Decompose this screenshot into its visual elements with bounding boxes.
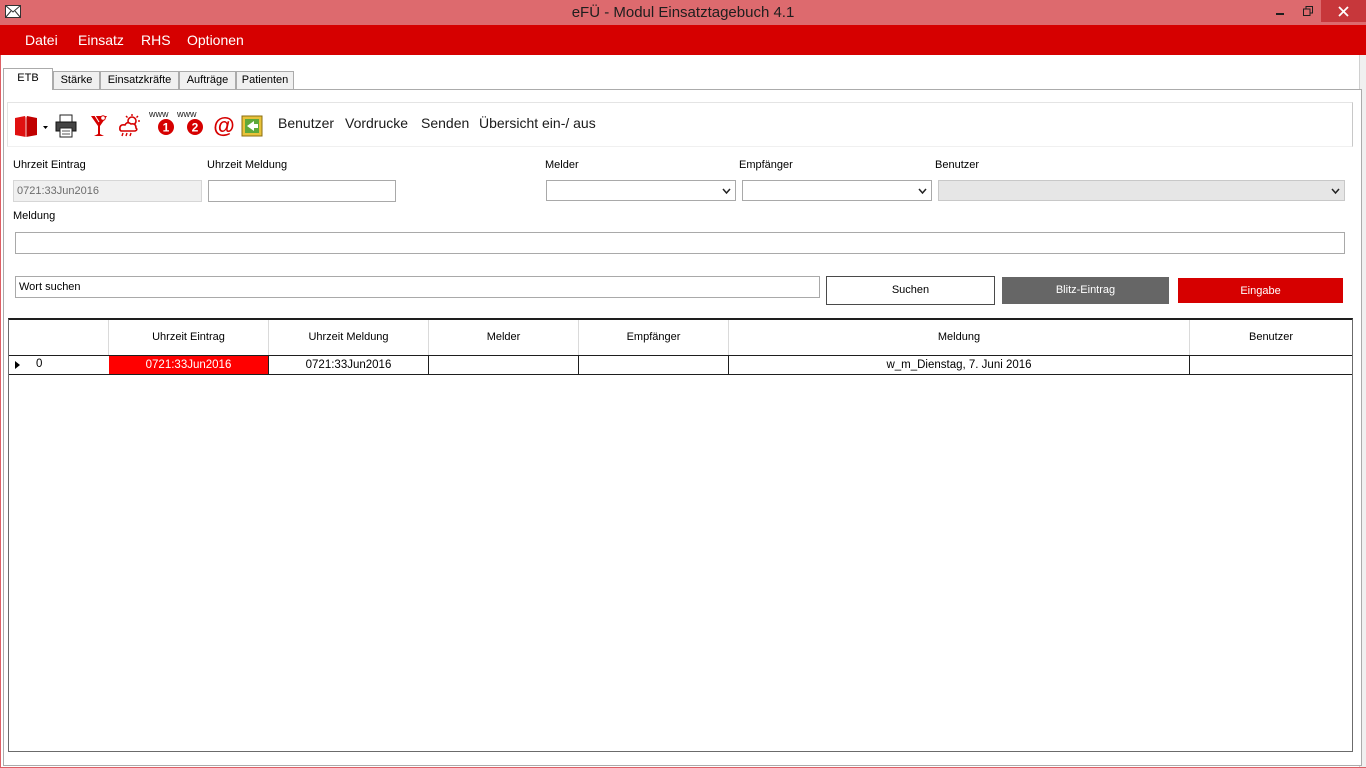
suchen-button[interactable]: Suchen	[826, 276, 995, 305]
vordrucke-link[interactable]: Vordrucke	[345, 115, 408, 131]
tab-auftraege[interactable]: Aufträge	[179, 71, 236, 90]
cell-empfaenger[interactable]	[579, 356, 729, 374]
etb-data-grid[interactable]: Uhrzeit Eintrag Uhrzeit Meldung Melder E…	[8, 318, 1353, 752]
melder-select[interactable]	[546, 180, 736, 201]
uhrzeit-meldung-field[interactable]	[208, 180, 396, 202]
www-2-text: www	[176, 109, 197, 119]
minimize-icon	[1276, 13, 1284, 15]
cell-uhrzeit-meldung[interactable]: 0721:33Jun2016	[269, 356, 429, 374]
row-header-corner	[9, 320, 109, 355]
title-bar: eFÜ - Modul Einsatztagebuch 4.1	[0, 0, 1366, 25]
restore-button[interactable]	[1294, 0, 1322, 22]
chevron-down-icon	[722, 188, 731, 195]
menu-einsatz[interactable]: Einsatz	[78, 32, 124, 48]
empfaenger-select[interactable]	[742, 180, 932, 201]
window-title: eFÜ - Modul Einsatztagebuch 4.1	[571, 4, 795, 21]
cell-melder[interactable]	[429, 356, 579, 374]
exit-icon	[241, 115, 263, 137]
uhrzeit-eintrag-field[interactable]	[13, 180, 202, 202]
row-pointer-icon	[15, 361, 20, 369]
chevron-down-icon	[1331, 188, 1340, 195]
menu-datei[interactable]: Datei	[25, 32, 58, 48]
cell-uhrzeit-eintrag[interactable]: 0721:33Jun2016	[109, 356, 269, 374]
cocktail-icon	[91, 113, 107, 136]
www-1-badge: 1	[163, 121, 170, 135]
column-header-empfaenger[interactable]: Empfänger	[579, 320, 729, 355]
menu-bar: Datei Einsatz RHS Optionen	[0, 25, 1366, 55]
www-1-button[interactable]: www 1	[148, 109, 176, 135]
at-symbol: @	[213, 113, 234, 138]
menu-rhs[interactable]: RHS	[141, 32, 171, 48]
column-header-meldung[interactable]: Meldung	[729, 320, 1190, 355]
empfaenger-label: Empfänger	[739, 159, 793, 171]
benutzer-select[interactable]	[938, 180, 1345, 201]
email-button[interactable]: @	[212, 113, 236, 139]
grid-header: Uhrzeit Eintrag Uhrzeit Meldung Melder E…	[9, 320, 1352, 355]
row-header[interactable]: 0	[9, 356, 108, 374]
chevron-down-icon	[918, 188, 927, 195]
close-icon	[1338, 5, 1349, 17]
weather-button[interactable]	[116, 113, 142, 139]
uebersicht-link[interactable]: Übersicht ein-/ aus	[479, 115, 596, 131]
book-button[interactable]	[13, 113, 49, 139]
cell-benutzer[interactable]	[1190, 356, 1352, 374]
column-header-uhrzeit-meldung[interactable]: Uhrzeit Meldung	[269, 320, 429, 355]
benutzer-label: Benutzer	[935, 159, 980, 171]
eingabe-button[interactable]: Eingabe	[1178, 278, 1343, 303]
www-2-button[interactable]: www 2	[176, 109, 206, 135]
book-icon	[15, 116, 48, 137]
tab-staerke[interactable]: Stärke	[53, 71, 100, 90]
weather-icon	[119, 114, 140, 137]
melder-label: Melder	[545, 159, 579, 171]
tab-einsatzkraefte[interactable]: Einsatzkräfte	[100, 71, 179, 90]
column-header-melder[interactable]: Melder	[429, 320, 579, 355]
exit-button[interactable]	[241, 113, 263, 139]
tab-patienten[interactable]: Patienten	[236, 71, 294, 90]
at-email-icon: @	[213, 113, 234, 138]
table-row[interactable]: 0 0721:33Jun2016 0721:33Jun2016 w_m_Dien…	[9, 355, 1352, 375]
restore-icon	[1303, 6, 1313, 16]
close-button[interactable]	[1321, 0, 1366, 22]
tab-etb[interactable]: ETB	[3, 68, 53, 90]
minimize-button[interactable]	[1266, 0, 1294, 22]
cell-meldung[interactable]: w_m_Dienstag, 7. Juni 2016	[729, 356, 1190, 374]
uhrzeit-eintrag-label: Uhrzeit Eintrag	[13, 159, 86, 171]
print-button[interactable]	[55, 113, 77, 139]
column-header-uhrzeit-eintrag[interactable]: Uhrzeit Eintrag	[109, 320, 269, 355]
www-2-icon: www 2	[176, 109, 203, 135]
menu-optionen[interactable]: Optionen	[187, 32, 244, 48]
meldung-label: Meldung	[13, 210, 56, 222]
cocktail-button[interactable]	[88, 113, 110, 139]
printer-icon	[55, 114, 77, 138]
benutzer-link[interactable]: Benutzer	[278, 115, 334, 131]
meldung-field[interactable]	[15, 232, 1345, 254]
toolbar: www 1 www 2 @ Benutzer Vordrucke Senden …	[7, 102, 1353, 147]
column-header-benutzer[interactable]: Benutzer	[1190, 320, 1352, 355]
row-index: 0	[36, 358, 43, 370]
www-2-badge: 2	[192, 121, 199, 135]
blitz-eintrag-button[interactable]: Blitz-Eintrag	[1002, 277, 1169, 304]
www-1-icon: www 1	[148, 109, 174, 135]
uhrzeit-meldung-label: Uhrzeit Meldung	[207, 159, 288, 171]
senden-link[interactable]: Senden	[421, 115, 469, 131]
www-1-text: www	[148, 109, 169, 119]
search-input[interactable]	[15, 276, 820, 298]
